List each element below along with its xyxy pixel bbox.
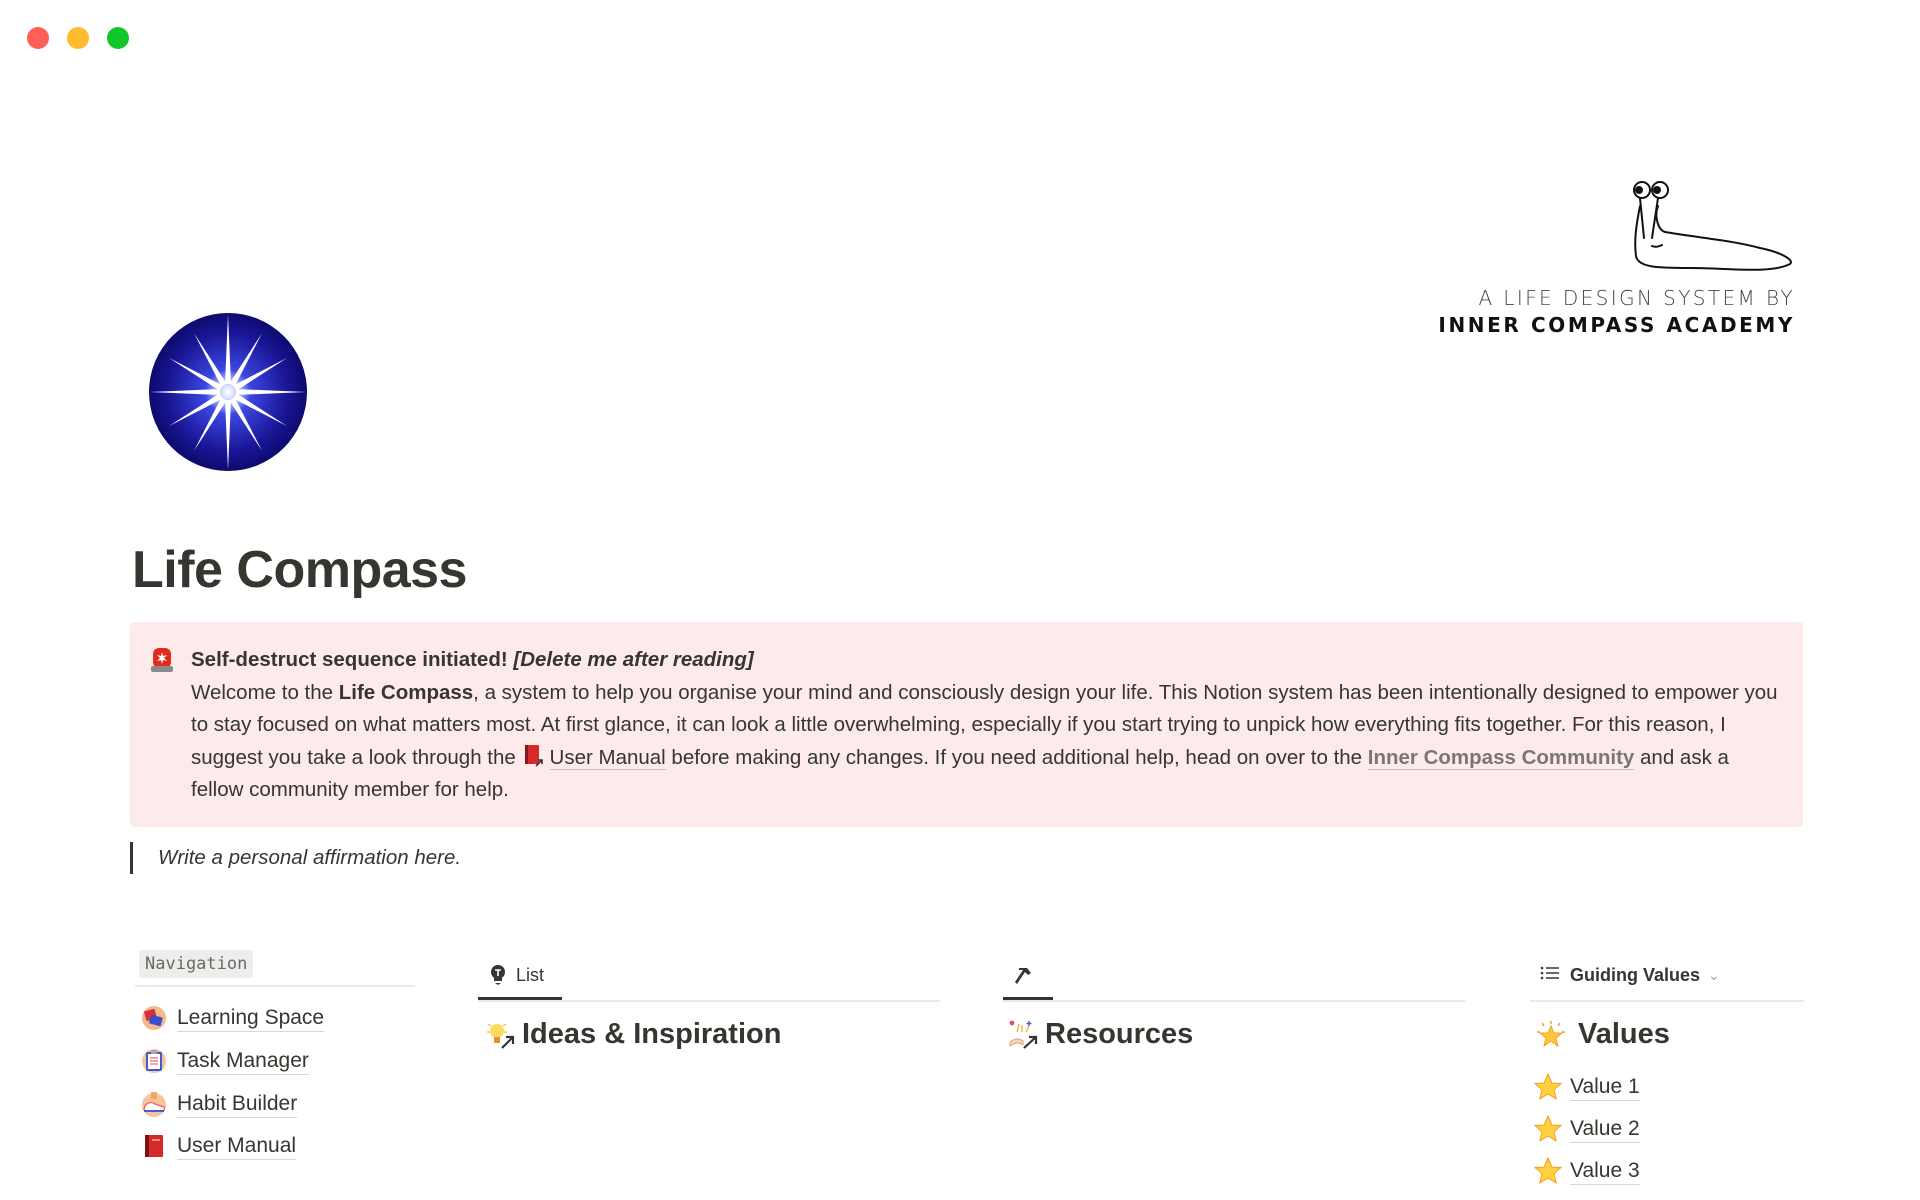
nav-item-user-manual[interactable]: User Manual: [141, 1131, 297, 1161]
tab-resources-view[interactable]: [1003, 950, 1045, 1000]
list-icon: [1540, 965, 1560, 986]
value-item-1[interactable]: Value 1: [1533, 1072, 1640, 1102]
callout-text: Self-destruct sequence initiated! [Delet…: [191, 644, 1781, 807]
sneaker-icon: [141, 1091, 167, 1117]
window-close-button[interactable]: [27, 27, 49, 49]
hammer-icon: [1013, 964, 1035, 986]
navigation-label: Navigation: [139, 950, 254, 978]
window-maximize-button[interactable]: [107, 27, 129, 49]
user-manual-link[interactable]: User Manual: [549, 745, 666, 770]
callout-heading: Self-destruct sequence initiated! [Delet…: [191, 648, 754, 671]
resources-heading-link[interactable]: Resources: [1009, 1018, 1193, 1051]
ideas-heading-link[interactable]: Ideas & Inspiration: [486, 1018, 781, 1051]
red-book-icon: [522, 744, 544, 768]
slug-icon: [1633, 181, 1792, 271]
nav-item-learning-space[interactable]: Learning Space: [141, 1003, 325, 1033]
nav-item-habit-builder[interactable]: Habit Builder: [141, 1089, 298, 1119]
values-view-tabs: Guiding Values ⌄: [1530, 950, 1810, 1002]
lightbulb-icon: [490, 965, 506, 985]
star-icon: [1533, 1156, 1563, 1185]
affirmation-quote[interactable]: Write a personal affirmation here.: [130, 842, 461, 874]
red-book-icon: [141, 1133, 167, 1159]
navigation-divider: [135, 985, 415, 987]
page-title[interactable]: Life Compass: [132, 540, 467, 600]
chevron-down-icon[interactable]: ⌄: [1708, 967, 1720, 984]
cover-logo: A LIFE DESIGN SYSTEM BY INNER COMPASS AC…: [1438, 176, 1800, 346]
window-minimize-button[interactable]: [67, 27, 89, 49]
star-icon: [1533, 1072, 1563, 1101]
logo-tagline: A LIFE DESIGN SYSTEM BY: [1478, 286, 1795, 310]
clipboard-icon: [141, 1048, 167, 1074]
active-tab-indicator: [478, 997, 562, 1000]
tab-divider: [1530, 1000, 1804, 1002]
logo-brand: INNER COMPASS ACADEMY: [1438, 313, 1795, 337]
tab-guiding-values[interactable]: Guiding Values ⌄: [1540, 950, 1720, 1000]
star-icon: [1533, 1114, 1563, 1143]
tab-divider: [478, 1000, 940, 1002]
compass-star-icon[interactable]: [148, 312, 308, 472]
tab-list[interactable]: List: [478, 950, 556, 1000]
resources-view-tabs: [1003, 950, 1465, 1002]
open-book-sparkle-icon: [1009, 1020, 1039, 1050]
nav-item-task-manager[interactable]: Task Manager: [141, 1046, 309, 1076]
navigation-column: Navigation Learning Space Task Manager H…: [135, 950, 415, 1160]
value-item-2[interactable]: Value 2: [1533, 1114, 1640, 1144]
callout-body: Welcome to the Life Compass, a system to…: [191, 680, 1778, 802]
callout-block: Self-destruct sequence initiated! [Delet…: [130, 622, 1803, 827]
active-tab-indicator: [1003, 997, 1053, 1000]
books-icon: [141, 1005, 167, 1031]
police-light-icon[interactable]: [150, 646, 174, 674]
glowing-star-icon: [1536, 1020, 1566, 1050]
value-item-3[interactable]: Value 3: [1533, 1156, 1640, 1186]
lightbulb-link-icon: [486, 1020, 516, 1050]
values-heading[interactable]: Values: [1536, 1018, 1670, 1051]
ideas-view-tabs: List: [478, 950, 940, 1002]
tab-divider: [1003, 1000, 1465, 1002]
community-link[interactable]: Inner Compass Community: [1367, 745, 1635, 770]
